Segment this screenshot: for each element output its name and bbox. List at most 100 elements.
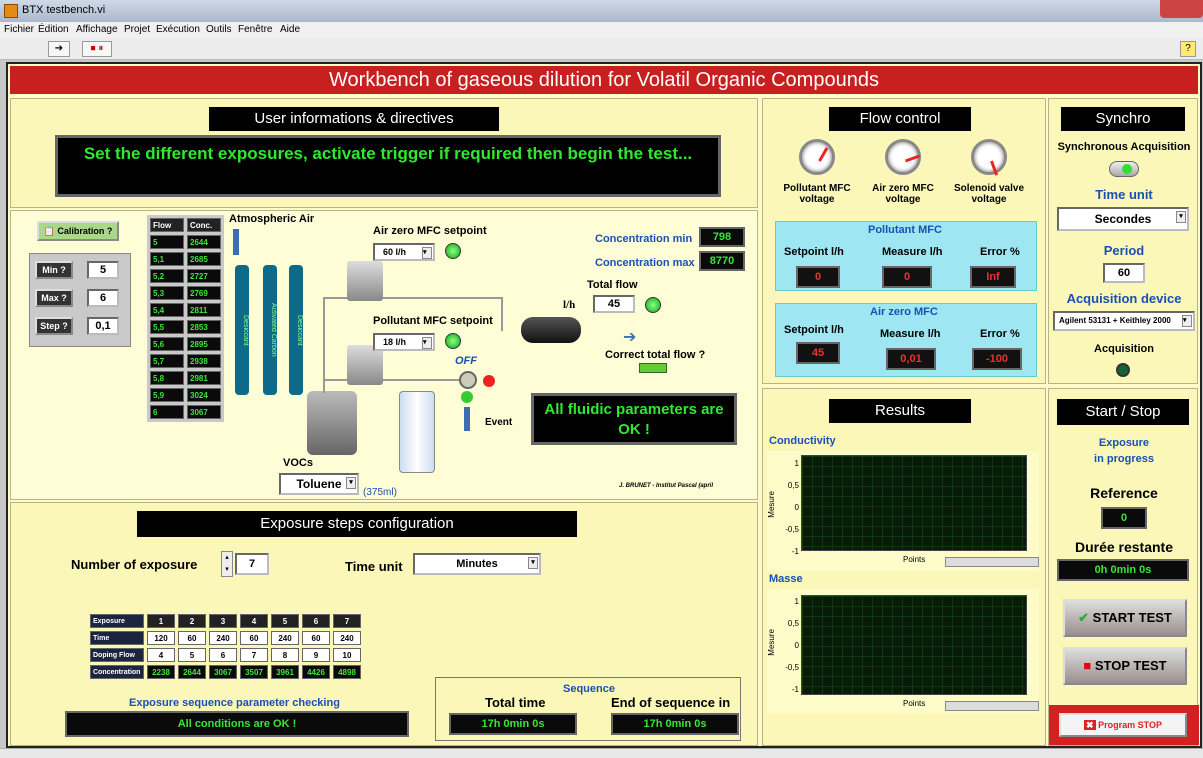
- menu-fenetre[interactable]: Fenêtre: [238, 24, 272, 35]
- menu-aide[interactable]: Aide: [280, 24, 300, 35]
- max-label[interactable]: Max ?: [35, 289, 73, 307]
- sync-acq-toggle[interactable]: [1109, 161, 1139, 177]
- exposure-cell[interactable]: 240: [333, 631, 361, 645]
- exposure-cell[interactable]: 6: [209, 648, 237, 662]
- exposure-cell[interactable]: 10: [333, 648, 361, 662]
- pollutant-measure-value: 0: [882, 266, 932, 288]
- menu-execution[interactable]: Exécution: [156, 24, 200, 35]
- table-row: 6 3067: [150, 405, 221, 419]
- exposure-cell[interactable]: 60: [178, 631, 206, 645]
- exposure-cell: 4426: [302, 665, 330, 679]
- exposure-cell: 1: [147, 614, 175, 628]
- step-field[interactable]: 0,1: [87, 317, 119, 335]
- horizontal-scrollbar[interactable]: [0, 748, 1203, 758]
- period-field[interactable]: 60: [1103, 263, 1145, 283]
- exposure-cell[interactable]: 5: [178, 648, 206, 662]
- check-label: Exposure sequence parameter checking: [129, 697, 340, 709]
- stop-test-button[interactable]: ■ STOP TEST: [1063, 647, 1187, 685]
- valve-state-label: OFF: [455, 355, 477, 367]
- flow-cell: 2895: [187, 337, 221, 351]
- reference-value: 0: [1101, 507, 1147, 529]
- sync-acq-label: Synchronous Acquisition: [1057, 141, 1191, 153]
- flow-cell: 6: [150, 405, 184, 419]
- program-stop-button[interactable]: ✖ Program STOP: [1059, 713, 1187, 737]
- table-row: 5 2644: [150, 235, 221, 249]
- correct-flow-led: [639, 363, 667, 373]
- total-flow-led: [645, 297, 661, 313]
- airzero-measure-label: Measure l/h: [880, 328, 941, 340]
- calibration-button[interactable]: 📋 Calibration ?: [37, 221, 119, 241]
- total-time-label: Total time: [485, 695, 546, 710]
- flow-cell: 2853: [187, 320, 221, 334]
- sync-time-unit-select[interactable]: Secondes ▾: [1057, 207, 1189, 231]
- masse-scrollbar[interactable]: [945, 701, 1039, 711]
- dropdown-arrow-icon[interactable]: ▾: [422, 247, 432, 259]
- masse-chart: [801, 595, 1027, 695]
- flow-control-panel: Flow control Pollutant MFC Setpoint l/h …: [762, 98, 1046, 384]
- exposure-cell[interactable]: 7: [240, 648, 268, 662]
- dropdown-arrow-icon[interactable]: ▾: [346, 477, 356, 489]
- menu-projet[interactable]: Projet: [124, 24, 150, 35]
- exposure-stepper[interactable]: ▴ ▾: [221, 551, 233, 577]
- max-field[interactable]: 6: [87, 289, 119, 307]
- conductivity-scrollbar[interactable]: [945, 557, 1039, 567]
- exposure-cell[interactable]: 4: [147, 648, 175, 662]
- menu-fichier[interactable]: Fichier: [4, 24, 34, 35]
- window-title: BTX testbench.vi: [22, 4, 106, 16]
- flow-cell: 2727: [187, 269, 221, 283]
- dropdown-arrow-icon[interactable]: ▾: [422, 337, 432, 349]
- start-test-button[interactable]: ✔ START TEST: [1063, 599, 1187, 637]
- min-field[interactable]: 5: [87, 261, 119, 279]
- airzero-error-label: Error %: [980, 328, 1020, 340]
- exposure-time-unit-select[interactable]: Minutes ▾: [413, 553, 541, 575]
- pollutant-setpoint-select[interactable]: 18 l/h ▾: [373, 333, 435, 351]
- exposure-cell[interactable]: 240: [209, 631, 237, 645]
- num-exposure-field[interactable]: 7: [235, 553, 269, 575]
- concentration-max-label: Concentration max: [595, 257, 695, 269]
- menu-edition[interactable]: Édition: [38, 24, 69, 35]
- exposure-cell[interactable]: 8: [271, 648, 299, 662]
- flow-cell: 2644: [187, 235, 221, 249]
- acq-device-select[interactable]: Agilent 53131 + Keithley 2000 ▾: [1053, 311, 1195, 331]
- air-zero-setpoint-select[interactable]: 60 l/h ▾: [373, 243, 435, 261]
- gauge-label: Air zero MFC voltage: [872, 183, 934, 205]
- acquisition-label: Acquisition: [1094, 343, 1154, 355]
- table-row: 5,3 2769: [150, 286, 221, 300]
- conductivity-y-axis: Mesure: [767, 491, 776, 518]
- flow-cell: 2769: [187, 286, 221, 300]
- menu-outils[interactable]: Outils: [206, 24, 232, 35]
- atmospheric-air-label: Atmospheric Air: [229, 213, 315, 225]
- exposure-cell: 2644: [178, 665, 206, 679]
- help-icon[interactable]: ?: [1180, 41, 1196, 57]
- acquisition-led: [1116, 363, 1130, 377]
- sync-time-unit-label: Time unit: [1095, 187, 1153, 202]
- min-label[interactable]: Min ?: [35, 261, 73, 279]
- exposure-cell[interactable]: 240: [271, 631, 299, 645]
- pollutant-setpoint-label: Pollutant MFC setpoint: [373, 315, 493, 327]
- flow-cell: 5,7: [150, 354, 184, 368]
- dropdown-arrow-icon[interactable]: ▾: [528, 557, 538, 569]
- exposure-cell[interactable]: 60: [240, 631, 268, 645]
- valve-icon[interactable]: [459, 371, 477, 389]
- exposure-cell[interactable]: 60: [302, 631, 330, 645]
- dropdown-arrow-icon[interactable]: ▾: [1182, 315, 1192, 327]
- exposure-cell: 4: [240, 614, 268, 628]
- exposure-cell: 3: [209, 614, 237, 628]
- exposure-cell[interactable]: 120: [147, 631, 175, 645]
- abort-pause-button[interactable]: ⏹ ⏸: [82, 41, 112, 57]
- dropdown-arrow-icon[interactable]: ▾: [1176, 211, 1186, 223]
- table-row: Exposure 1 2 3 4 5 6 7: [90, 614, 361, 628]
- close-button[interactable]: [1160, 0, 1203, 18]
- exposure-cell[interactable]: 9: [302, 648, 330, 662]
- total-flow-field[interactable]: 45: [593, 295, 635, 313]
- concentration-min-value: 798: [699, 227, 745, 247]
- synchro-panel: Synchro Synchronous Acquisition Time uni…: [1048, 98, 1198, 384]
- run-button[interactable]: ➔: [48, 41, 70, 57]
- masse-x-axis: Points: [903, 699, 926, 708]
- gauge-needle: [990, 160, 999, 176]
- exposure-cell: 5: [271, 614, 299, 628]
- conductivity-y-ticks: 1 0,5 0 -0,5 -1: [783, 453, 799, 563]
- menu-affichage[interactable]: Affichage: [76, 24, 118, 35]
- step-label[interactable]: Step ?: [35, 317, 73, 335]
- vocs-select[interactable]: Toluene ▾: [279, 473, 359, 495]
